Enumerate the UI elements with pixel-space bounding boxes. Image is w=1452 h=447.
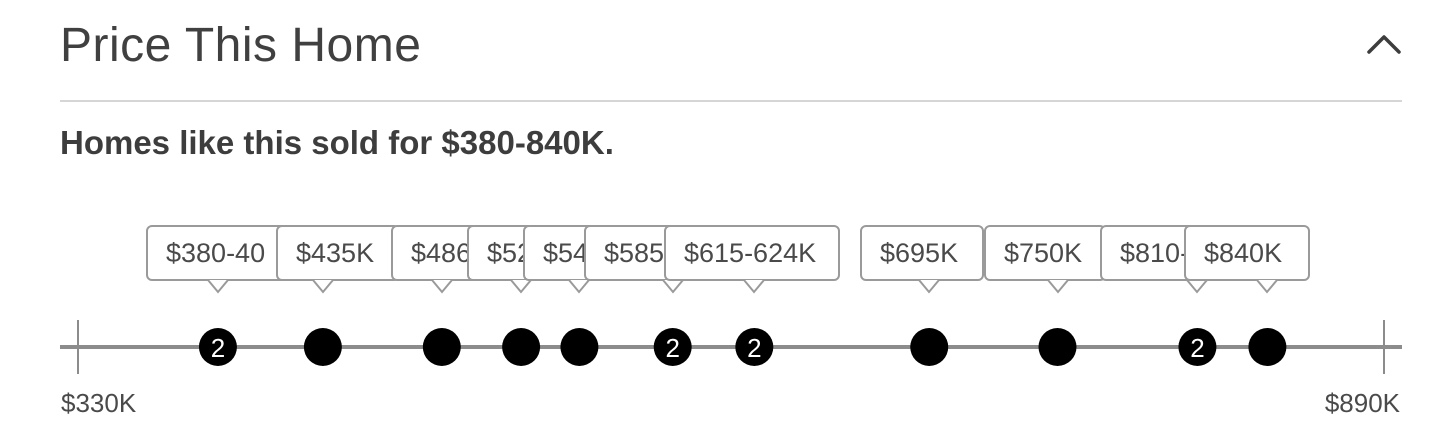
bubble-pointer bbox=[1046, 279, 1069, 294]
bubble-pointer bbox=[661, 279, 684, 294]
axis-max-label: $890K bbox=[1324, 388, 1400, 418]
price-marker[interactable] bbox=[502, 328, 541, 366]
price-axis: 2 2 2 2 bbox=[60, 320, 1402, 374]
price-marker[interactable] bbox=[422, 328, 461, 366]
price-bubble[interactable]: $695K bbox=[860, 225, 984, 281]
marker-count: 2 bbox=[665, 333, 679, 363]
marker-count: 2 bbox=[747, 333, 761, 363]
price-marker[interactable] bbox=[560, 328, 599, 366]
bubble-pointer bbox=[431, 279, 453, 294]
price-bubble[interactable]: $750K bbox=[984, 225, 1106, 281]
axis-min-label: $330K bbox=[61, 388, 137, 418]
bubble-pointer bbox=[918, 279, 940, 294]
marker-count: 2 bbox=[1190, 333, 1204, 363]
price-strip-chart: 2222 $380-40 $435K $486 $52 $54 $585 $615-624K… bbox=[0, 0, 1452, 447]
bubble-pointer bbox=[1256, 279, 1279, 294]
price-bubble[interactable]: $435K bbox=[276, 225, 400, 281]
bubble-pointer bbox=[207, 279, 229, 294]
price-bubble[interactable]: $840K bbox=[1184, 225, 1310, 281]
price-marker[interactable] bbox=[1248, 328, 1287, 366]
bubble-pointer bbox=[1186, 279, 1209, 294]
price-marker[interactable] bbox=[910, 328, 949, 366]
bubble-pointer bbox=[743, 279, 766, 294]
price-marker[interactable] bbox=[1038, 328, 1077, 366]
marker-count: 2 bbox=[211, 333, 225, 363]
price-marker[interactable] bbox=[303, 328, 342, 366]
price-bubble[interactable]: $380-40 bbox=[146, 225, 296, 281]
bubble-pointer bbox=[510, 279, 532, 294]
bubble-pointer bbox=[312, 279, 334, 294]
price-bubble[interactable]: $615-624K bbox=[664, 225, 840, 281]
bubble-pointer bbox=[568, 279, 591, 294]
